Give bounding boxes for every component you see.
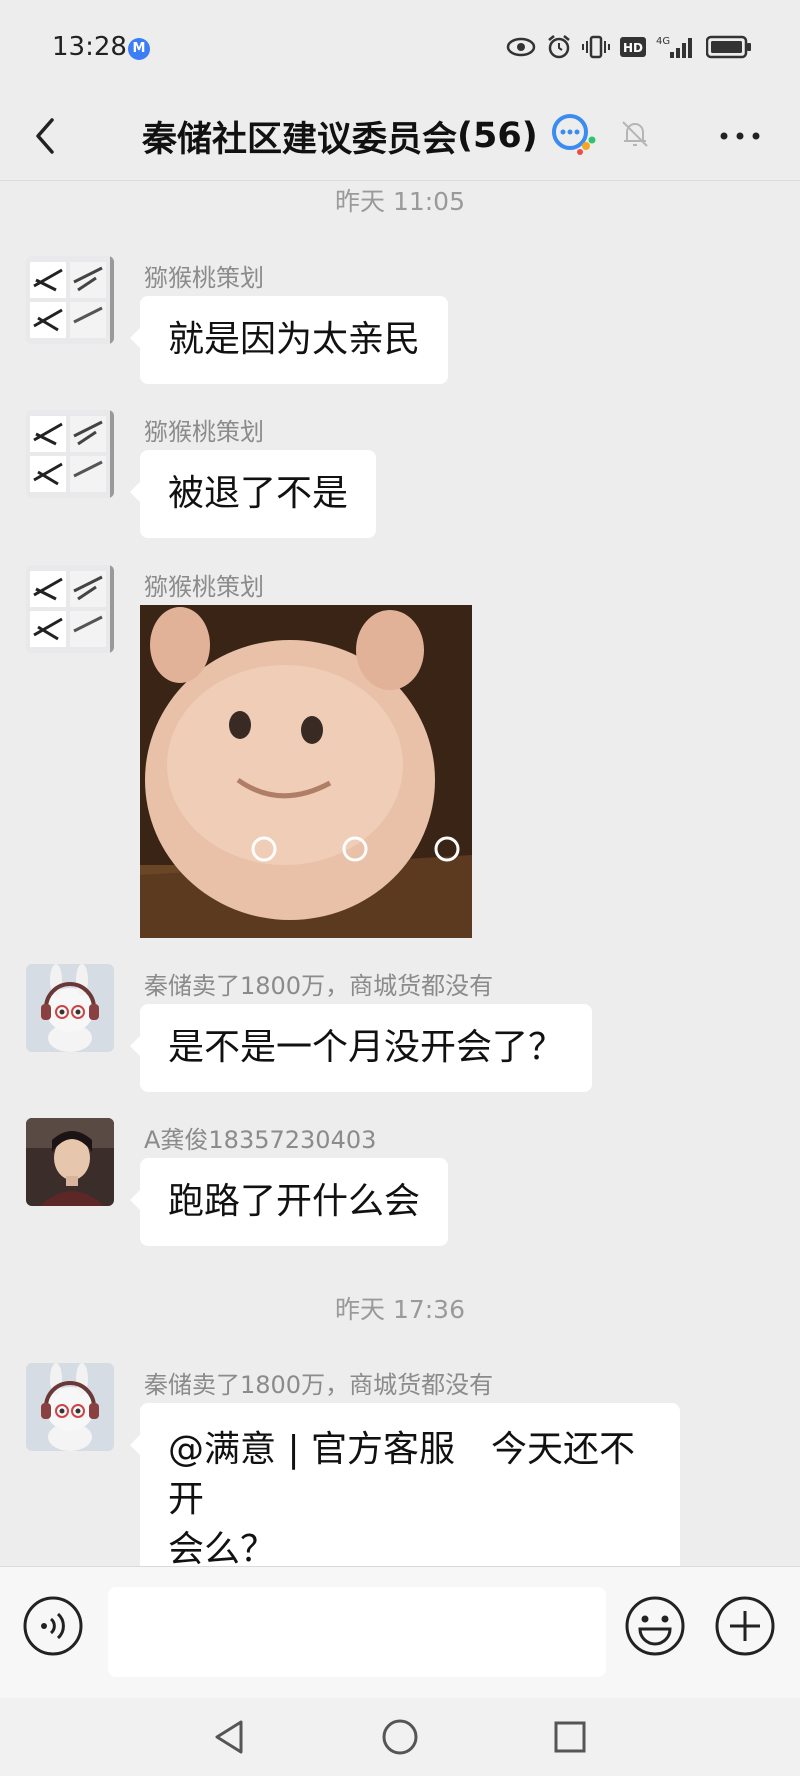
group-chat-icon[interactable] [550,112,598,160]
sender-name: 秦储卖了1800万，商城货都没有 [144,972,494,1000]
square-recents-icon [554,1721,586,1753]
sender-name: 秦储卖了1800万，商城货都没有 [144,1371,494,1399]
input-bar [0,1566,800,1699]
system-nav-bar [0,1698,800,1776]
svg-text:HD: HD [623,41,643,55]
avatar[interactable] [26,1118,114,1206]
message-bubble[interactable]: 是不是一个月没开会了？ [129,1004,593,1092]
message-line: @满意 | 官方客服 今天还不开 [168,1429,636,1520]
eye-icon [506,36,536,62]
nav-back-button[interactable] [205,1712,255,1762]
back-button[interactable] [28,106,84,166]
time-separator: 昨天 17:36 [335,1295,465,1324]
more-options-button[interactable] [710,106,770,166]
status-bar: 13:28 M HD 4G [0,0,800,98]
sender-name: 猕猴桃策划 [144,418,264,446]
message-bubble[interactable]: 被退了不是 [129,450,377,538]
signal-icon: 4G [656,34,696,64]
triangle-back-icon [215,1720,243,1754]
alarm-icon [546,34,572,64]
member-count: (56) [457,116,538,156]
more-functions-button[interactable] [714,1595,776,1657]
pig-sticker-image[interactable] [140,605,472,938]
voice-input-button[interactable] [22,1595,84,1657]
group-name: 秦储社区建议委员会 [142,119,458,160]
avatar[interactable] [26,964,114,1052]
mute-bell-icon [618,117,652,155]
sender-name: A龚俊18357230403 [144,1126,377,1154]
message-bubble[interactable]: 就是因为太亲民 [129,296,449,384]
sender-name: 猕猴桃策划 [144,573,264,601]
sender-name: 猕猴桃策划 [144,264,264,292]
smiley-icon [625,1596,685,1656]
message-input[interactable] [108,1587,606,1677]
message-bubble[interactable]: 跑路了开什么会 [129,1158,449,1246]
chat-title: 秦储社区建议委员会 (56) [142,106,652,166]
chevron-left-icon [36,118,54,154]
status-time: 13:28 [52,32,127,62]
time-separator: 昨天 11:05 [335,187,465,216]
nav-recents-button[interactable] [545,1712,595,1762]
circle-home-icon [382,1719,418,1755]
avatar[interactable] [26,1363,114,1451]
more-dots-icon [720,132,760,140]
hd-icon: HD [620,36,646,62]
plus-circle-icon [715,1596,775,1656]
nav-home-button[interactable] [375,1712,425,1762]
battery-icon [705,35,752,63]
avatar[interactable] [26,256,114,344]
chat-header: 秦储社区建议委员会 (56) [0,98,800,181]
vibrate-icon [582,34,610,64]
network-type-label: 4G [656,36,670,47]
voice-icon [23,1596,83,1656]
app-notification-icon: M [128,38,150,60]
avatar[interactable] [26,565,114,653]
avatar[interactable] [26,410,114,498]
emoji-button[interactable] [624,1595,686,1657]
